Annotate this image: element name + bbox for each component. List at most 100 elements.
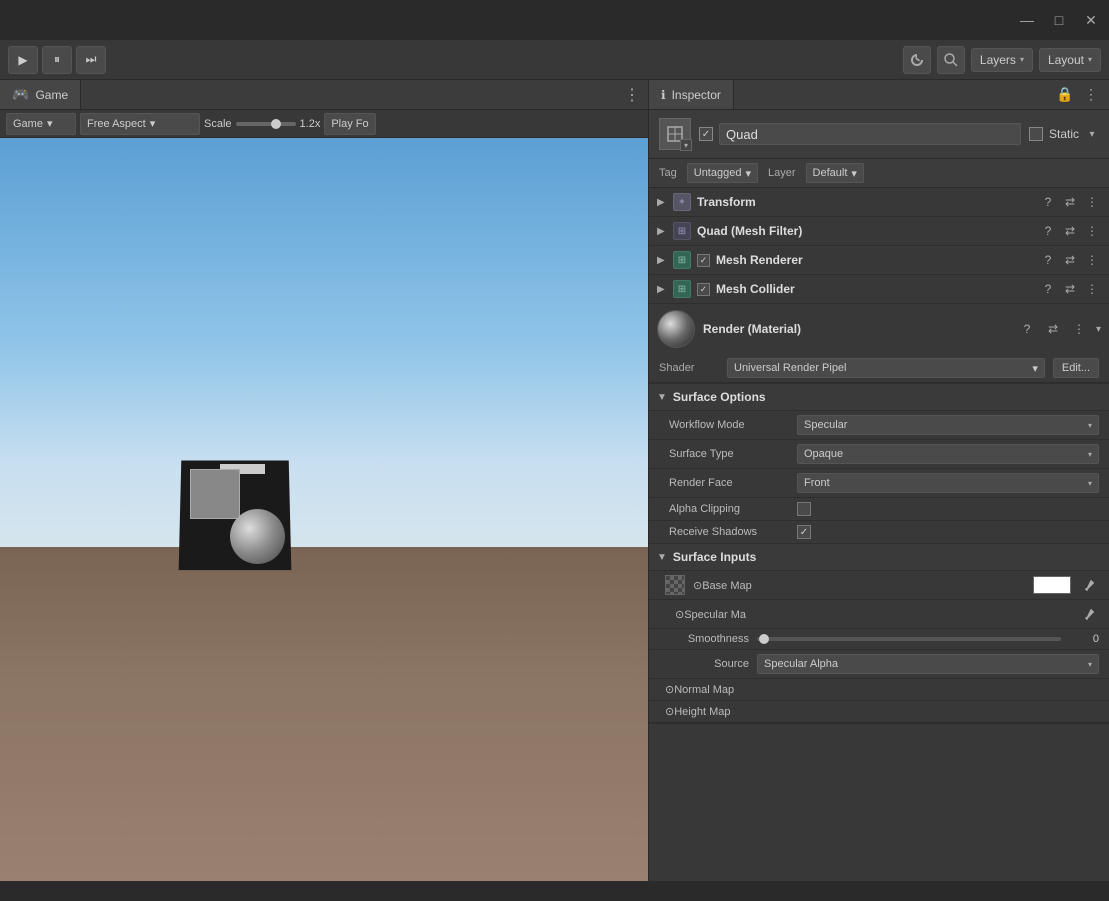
object-name-input[interactable] [719, 123, 1021, 145]
aspect-dropdown[interactable]: Free Aspect ▾ [80, 113, 200, 135]
surface-options-arrow: ▼ [657, 392, 667, 403]
layers-dropdown[interactable]: Layers ▾ [971, 48, 1033, 72]
scale-slider[interactable] [236, 122, 296, 126]
mesh-filter-actions: ? ⇄ ⋮ [1039, 222, 1101, 240]
surface-type-row: Surface Type Opaque ▾ [649, 440, 1109, 469]
layer-dropdown[interactable]: Default ▾ [806, 163, 864, 183]
mesh-collider-icon: ⊞ [673, 280, 691, 298]
close-button[interactable]: ✕ [1085, 14, 1097, 26]
shader-edit-button[interactable]: Edit... [1053, 358, 1099, 378]
component-mesh-filter[interactable]: ▶ ⊞ Quad (Mesh Filter) ? ⇄ ⋮ [649, 217, 1109, 246]
surface-inputs-arrow: ▼ [657, 552, 667, 563]
inspector-lock-button[interactable]: 🔒 [1055, 85, 1075, 105]
game-tab[interactable]: 🎮 Game [0, 80, 81, 109]
viewport-content [0, 138, 648, 881]
layout-dropdown-arrow: ▾ [1088, 55, 1092, 64]
layout-dropdown[interactable]: Layout ▾ [1039, 48, 1101, 72]
step-button[interactable]: ⏭ [76, 46, 106, 74]
mesh-collider-checkbox[interactable]: ✓ [697, 283, 710, 296]
pause-button[interactable]: ⏸ [42, 46, 72, 74]
specular-map-label: ⊙Specular Ma [675, 608, 1071, 621]
mesh-filter-help-btn[interactable]: ? [1039, 222, 1057, 240]
inspector-tab[interactable]: ℹ Inspector [649, 80, 734, 109]
surface-options-header[interactable]: ▼ Surface Options [649, 384, 1109, 411]
inspector-panel: ℹ Inspector 🔒 ⋮ ▾ [648, 80, 1109, 881]
shader-dropdown-arrow: ▾ [1032, 362, 1038, 375]
alpha-clipping-checkbox[interactable] [797, 502, 811, 516]
transform-menu-btn[interactable]: ⋮ [1083, 193, 1101, 211]
game-panel-menu-button[interactable]: ⋮ [624, 85, 648, 105]
mesh-renderer-actions: ? ⇄ ⋮ [1039, 251, 1101, 269]
receive-shadows-checkbox[interactable]: ✓ [797, 525, 811, 539]
mesh-collider-name: Mesh Collider [716, 282, 1033, 296]
transform-icon: ✦ [673, 193, 691, 211]
source-dropdown[interactable]: Specular Alpha ▾ [757, 654, 1099, 674]
transform-help-btn[interactable]: ? [1039, 193, 1057, 211]
height-map-label: ⊙Height Map [665, 705, 1099, 718]
render-face-dropdown[interactable]: Front ▾ [797, 473, 1099, 493]
transform-actions: ? ⇄ ⋮ [1039, 193, 1101, 211]
workflow-mode-label: Workflow Mode [669, 419, 789, 431]
bottom-bar [0, 881, 1109, 901]
component-mesh-collider[interactable]: ▶ ⊞ ✓ Mesh Collider ? ⇄ ⋮ [649, 275, 1109, 304]
component-mesh-renderer[interactable]: ▶ ⊞ ✓ Mesh Renderer ? ⇄ ⋮ [649, 246, 1109, 275]
play-button[interactable]: ▶ [8, 46, 38, 74]
object-enabled-checkbox[interactable]: ✓ [699, 127, 713, 141]
object-icon: ▾ [659, 118, 691, 150]
mesh-renderer-help-btn[interactable]: ? [1039, 251, 1057, 269]
material-menu-btn[interactable]: ⋮ [1070, 320, 1088, 338]
material-collapse-arrow[interactable]: ▾ [1096, 324, 1101, 335]
play-focused-button[interactable]: Play Fo [324, 113, 375, 135]
mesh-collider-help-btn[interactable]: ? [1039, 280, 1057, 298]
mesh-filter-settings-btn[interactable]: ⇄ [1061, 222, 1079, 240]
inspector-tab-icon: ℹ [661, 88, 666, 102]
specular-map-eyedropper[interactable] [1079, 604, 1099, 624]
game-dropdown[interactable]: Game ▾ [6, 113, 76, 135]
maximize-button[interactable]: □ [1053, 14, 1065, 26]
window-controls: — □ ✕ [1021, 14, 1097, 26]
alpha-clipping-label: Alpha Clipping [669, 503, 789, 515]
smoothness-value: 0 [1069, 633, 1099, 645]
history-button[interactable] [903, 46, 931, 74]
transform-settings-btn[interactable]: ⇄ [1061, 193, 1079, 211]
smoothness-label: Smoothness [659, 633, 749, 645]
component-transform[interactable]: ▶ ✦ Transform ? ⇄ ⋮ [649, 188, 1109, 217]
workflow-mode-dropdown[interactable]: Specular ▾ [797, 415, 1099, 435]
mesh-renderer-settings-btn[interactable]: ⇄ [1061, 251, 1079, 269]
search-button[interactable] [937, 46, 965, 74]
workflow-mode-row: Workflow Mode Specular ▾ [649, 411, 1109, 440]
mesh-collider-settings-btn[interactable]: ⇄ [1061, 280, 1079, 298]
material-help-btn[interactable]: ? [1018, 320, 1036, 338]
layers-dropdown-arrow: ▾ [1020, 55, 1024, 64]
surface-inputs-title: Surface Inputs [673, 550, 756, 564]
mesh-renderer-menu-btn[interactable]: ⋮ [1083, 251, 1101, 269]
mesh-renderer-checkbox[interactable]: ✓ [697, 254, 710, 267]
source-dropdown-arrow: ▾ [1088, 660, 1092, 669]
mesh-filter-menu-btn[interactable]: ⋮ [1083, 222, 1101, 240]
surface-inputs-header[interactable]: ▼ Surface Inputs [649, 544, 1109, 571]
base-map-color-swatch[interactable] [1033, 576, 1071, 594]
receive-shadows-row: Receive Shadows ✓ [649, 521, 1109, 544]
sky-background [0, 138, 648, 547]
material-icon [657, 310, 695, 348]
mesh-collider-menu-btn[interactable]: ⋮ [1083, 280, 1101, 298]
shader-dropdown[interactable]: Universal Render Pipel ▾ [727, 358, 1045, 378]
source-label: Source [659, 658, 749, 670]
static-dropdown[interactable]: ▾ [1085, 127, 1099, 141]
scale-control: Scale 1.2x [204, 118, 320, 130]
surface-type-dropdown[interactable]: Opaque ▾ [797, 444, 1099, 464]
shader-label: Shader [659, 362, 719, 374]
base-map-eyedropper[interactable] [1079, 575, 1099, 595]
tag-dropdown-arrow: ▾ [745, 167, 751, 180]
minimize-button[interactable]: — [1021, 14, 1033, 26]
render-face-row: Render Face Front ▾ [649, 469, 1109, 498]
smoothness-slider[interactable] [757, 637, 1061, 641]
surface-type-value: Opaque ▾ [797, 444, 1099, 464]
base-map-thumb[interactable] [665, 575, 685, 595]
material-settings-btn[interactable]: ⇄ [1044, 320, 1062, 338]
tag-dropdown[interactable]: Untagged ▾ [687, 163, 758, 183]
static-checkbox[interactable] [1029, 127, 1043, 141]
inspector-menu-button[interactable]: ⋮ [1081, 85, 1101, 105]
surface-options-section: ▼ Surface Options Workflow Mode Specular… [649, 384, 1109, 544]
workflow-mode-arrow: ▾ [1088, 421, 1092, 430]
